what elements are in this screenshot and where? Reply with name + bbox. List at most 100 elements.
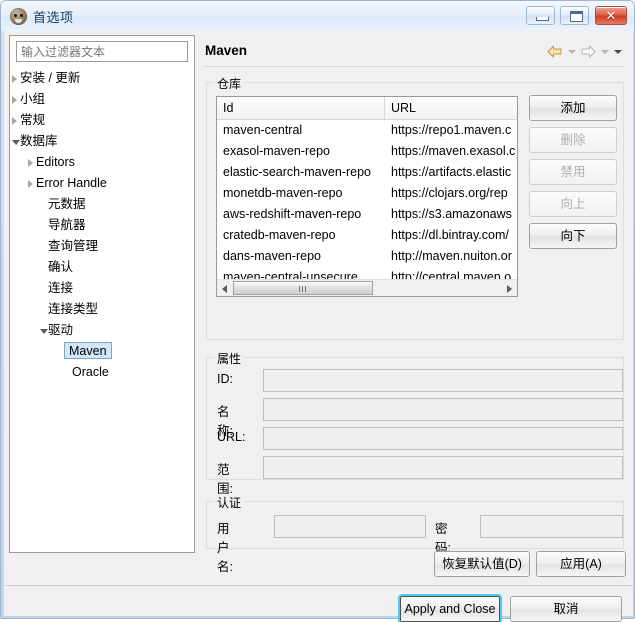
close-button[interactable]: ✕: [595, 6, 627, 25]
repositories-table[interactable]: Id URL maven-central https://repo1.maven.…: [216, 96, 518, 297]
tree-item-label: 连接类型: [48, 302, 99, 316]
preference-page: Maven 仓库 Id URL maven-central https://re…: [198, 35, 628, 574]
disable-repository-button: 禁用: [529, 159, 617, 185]
window-title: 首选项: [33, 10, 74, 25]
table-body: maven-central https://repo1.maven.c exasol…: [217, 120, 517, 288]
tree-item-label: 安装 / 更新: [20, 71, 81, 85]
table-row[interactable]: exasol-maven-repo https://maven.exasol.c: [217, 141, 517, 162]
tree-collapsed-arrow-icon[interactable]: [28, 180, 33, 188]
tree-item-Editors[interactable]: Editors: [10, 152, 194, 173]
tree-collapsed-arrow-icon[interactable]: [12, 117, 17, 125]
tree-item-label: Editors: [36, 155, 75, 169]
dialog-footer: Apply and Close 取消: [4, 586, 633, 622]
forward-history-chevron-down-icon[interactable]: [598, 42, 611, 60]
property-input-url[interactable]: [263, 427, 623, 450]
restore-defaults-button[interactable]: 恢复默认值(D): [434, 551, 530, 577]
property-input-scope[interactable]: [263, 456, 623, 479]
tree-item-确认[interactable]: 确认: [10, 257, 194, 278]
cell-url: https://maven.exasol.c: [391, 144, 516, 158]
close-icon: ✕: [605, 8, 617, 23]
cell-url: https://artifacts.elastic: [391, 165, 512, 179]
tree-item-元数据[interactable]: 元数据: [10, 194, 194, 215]
tree-item-label: 驱动: [48, 323, 74, 337]
cell-url: https://repo1.maven.c: [391, 123, 512, 137]
tree-item-label: 小组: [20, 92, 46, 106]
password-input[interactable]: [480, 515, 623, 538]
maximize-icon: [570, 11, 583, 22]
tree-item-导航器[interactable]: 导航器: [10, 215, 194, 236]
tree-item-连接类型[interactable]: 连接类型: [10, 299, 194, 320]
cell-id: monetdb-maven-repo: [223, 186, 343, 200]
scroll-right-arrow-icon[interactable]: [503, 280, 516, 296]
property-input-name[interactable]: [263, 398, 623, 421]
column-header-url[interactable]: URL: [385, 97, 517, 119]
table-row[interactable]: dans-maven-repo http://maven.nuiton.or: [217, 246, 517, 267]
table-row[interactable]: elastic-search-maven-repo https://artifac…: [217, 162, 517, 183]
tree-item-小组[interactable]: 小组: [10, 89, 194, 110]
tree-expanded-arrow-icon[interactable]: [40, 329, 48, 334]
table-row[interactable]: monetdb-maven-repo https://clojars.org/re…: [217, 183, 517, 204]
property-label-url: URL:: [217, 430, 246, 444]
tree-collapsed-arrow-icon[interactable]: [12, 96, 17, 104]
tree-item-连接[interactable]: 连接: [10, 278, 194, 299]
tree-item-label: 数据库: [20, 134, 58, 148]
property-input-id[interactable]: [263, 369, 623, 392]
tree-item-label: 连接: [48, 281, 74, 295]
scroll-left-arrow-icon[interactable]: [218, 280, 231, 296]
repositories-group: 仓库 Id URL maven-central https://repo1.mav…: [206, 75, 624, 340]
tree-item-查询管理[interactable]: 查询管理: [10, 236, 194, 257]
table-row[interactable]: maven-central https://repo1.maven.c: [217, 120, 517, 141]
move-down-button[interactable]: 向下: [529, 223, 617, 249]
tree-expanded-arrow-icon[interactable]: [12, 140, 20, 145]
cell-url: https://dl.bintray.com/: [391, 228, 509, 242]
view-menu-chevron-down-icon[interactable]: [611, 42, 624, 60]
back-history-chevron-down-icon[interactable]: [565, 42, 578, 60]
apply-button[interactable]: 应用(A): [536, 551, 626, 577]
property-label-scope: 范围:: [217, 463, 233, 496]
title-bar: 首选项 ✕: [1, 1, 634, 32]
tree-item-label: 元数据: [48, 197, 86, 211]
username-input[interactable]: [274, 515, 426, 538]
table-row[interactable]: aws-redshift-maven-repo https://s3.amazon…: [217, 204, 517, 225]
page-title: Maven: [205, 43, 248, 58]
tree-item-Maven[interactable]: Maven: [10, 341, 194, 362]
cancel-button[interactable]: 取消: [510, 596, 622, 622]
tree-collapsed-arrow-icon[interactable]: [28, 159, 33, 167]
tree-collapsed-arrow-icon[interactable]: [12, 75, 17, 83]
table-horizontal-scrollbar[interactable]: [217, 279, 517, 296]
move-up-button: 向上: [529, 191, 617, 217]
repositories-group-title: 仓库: [214, 75, 245, 92]
preferences-tree[interactable]: 安装 / 更新 小组常规数据库 Editors Error Handle 元数据导航器查…: [10, 68, 194, 552]
forward-arrow-icon[interactable]: [578, 42, 598, 60]
table-row[interactable]: cratedb-maven-repo https://dl.bintray.com…: [217, 225, 517, 246]
table-header-row: Id URL: [217, 97, 517, 120]
properties-group: 属性 ID: 名称: URL: 范围:: [206, 350, 624, 496]
tree-item-驱动[interactable]: 驱动: [10, 320, 194, 341]
tree-item-Oracle[interactable]: Oracle: [10, 362, 194, 383]
back-arrow-icon[interactable]: [545, 42, 565, 60]
tree-item-常规[interactable]: 常规: [10, 110, 194, 131]
tree-item-label: 导航器: [48, 218, 86, 232]
filter-input[interactable]: [16, 41, 188, 62]
authentication-group-title: 认证: [214, 494, 245, 511]
column-header-id[interactable]: Id: [217, 97, 385, 119]
tree-item-label: Maven: [64, 342, 112, 359]
scrollbar-thumb[interactable]: [233, 281, 373, 295]
tree-item-安装 / 更新[interactable]: 安装 / 更新: [10, 68, 194, 89]
cell-id: aws-redshift-maven-repo: [223, 207, 362, 221]
header-divider: [203, 66, 623, 67]
maximize-button[interactable]: [560, 6, 589, 25]
preferences-dialog: 首选项 ✕ 安装 / 更新小组常规数据库 Editors Error Handle 元…: [0, 0, 635, 622]
minimize-button[interactable]: [526, 6, 555, 25]
apply-and-close-button[interactable]: Apply and Close: [398, 594, 502, 622]
tree-item-Error Handle[interactable]: Error Handle: [10, 173, 194, 194]
cell-id: elastic-search-maven-repo: [223, 165, 371, 179]
cell-url: http://maven.nuiton.or: [391, 249, 512, 263]
add-repository-button[interactable]: 添加: [529, 95, 617, 121]
tree-item-label: Oracle: [72, 365, 109, 379]
properties-group-title: 属性: [214, 350, 245, 367]
tree-item-数据库[interactable]: 数据库: [10, 131, 194, 152]
authentication-group: 认证 用户名: 密码:: [206, 494, 624, 574]
tree-item-label: Error Handle: [36, 176, 107, 190]
property-label-id: ID:: [217, 372, 233, 386]
